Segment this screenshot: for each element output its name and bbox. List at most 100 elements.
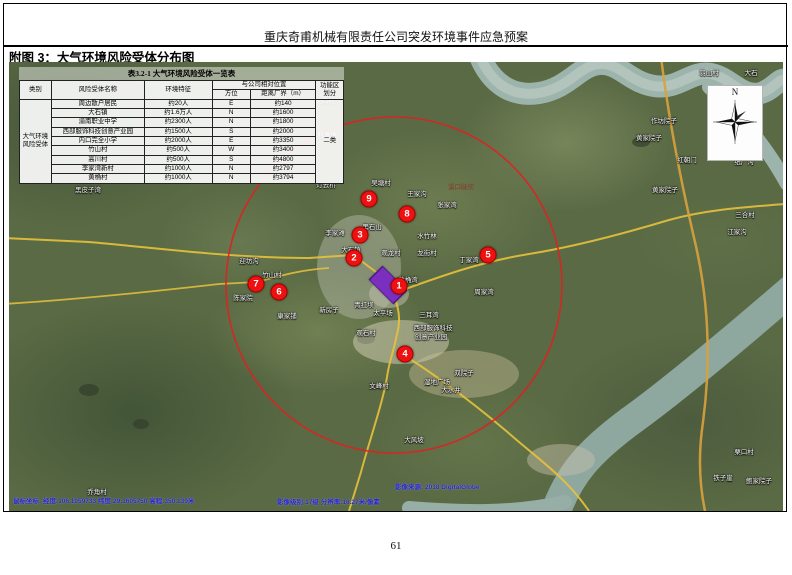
map-place-label: 周家湾	[474, 286, 494, 296]
map-place-label: 黑皮子湾	[75, 184, 101, 194]
cell-receptor-name: 渝南职业中学	[51, 118, 144, 127]
cell-distance: 约1800	[250, 118, 316, 127]
cell-distance: 约3794	[250, 174, 316, 183]
map-place-label: 观石村	[356, 327, 376, 337]
map-place-label: 铁子崖	[713, 472, 733, 482]
compass-rose: N	[707, 85, 763, 161]
risk-receptor-table: 表3.2-1 大气环境风险受体一览表 类别 风险受体名称 环境特征 与公司相对位…	[19, 67, 344, 184]
cell-direction: N	[212, 118, 250, 127]
map-place-label: 陈家院	[233, 292, 253, 302]
cell-feature: 约20人	[144, 99, 212, 108]
map-place-label: 大石	[745, 67, 758, 77]
cell-receptor-name: 内口完全小学	[51, 136, 144, 145]
compass-star-icon	[713, 98, 757, 146]
cell-feature: 约1000人	[144, 164, 212, 173]
map-place-label: 康家铺	[277, 310, 297, 320]
table-row: 西部服饰科技创意产业园约1500人S约2000	[20, 127, 344, 136]
map-place-label: 张家湾	[437, 199, 457, 209]
cell-direction: N	[212, 164, 250, 173]
th-position-group: 与公司相对位置	[212, 81, 316, 90]
cell-direction: S	[212, 127, 250, 136]
map-place-label: 三合村	[735, 209, 755, 219]
map-place-label: 太平场	[373, 307, 393, 317]
map-place-label: 黄家院子	[652, 184, 678, 194]
cell-category: 大气环境风险受体	[20, 99, 52, 183]
map-place-label: 大风坡	[404, 434, 424, 444]
urban-patch-south	[527, 444, 595, 476]
cell-receptor-name: 西部服饰科技创意产业园	[51, 127, 144, 136]
map: 吴口村利滩场灯云桥吴塘村王家沟张家湾溪口陡坎黑石山李家滩大石镇观龙村龙街村水竹林…	[9, 62, 783, 511]
cell-direction: S	[212, 155, 250, 164]
map-place-label: 观龙村	[381, 247, 401, 257]
map-place-label: 王家沟	[407, 188, 427, 198]
th-category: 类别	[20, 81, 52, 100]
page-number: 61	[0, 540, 792, 552]
road	[397, 204, 783, 292]
cell-direction: N	[212, 108, 250, 117]
map-place-label: 水竹林	[417, 230, 437, 240]
th-zone: 功能区划分	[316, 81, 344, 100]
river-bottom	[409, 502, 565, 511]
map-place-label: 黄家院子	[636, 132, 662, 142]
map-place-label: 龙街村	[417, 247, 437, 257]
map-place-label: 文峰村	[369, 380, 389, 390]
cell-direction: E	[212, 99, 250, 108]
table-row: 内口完全小学约2000人E约3350	[20, 136, 344, 145]
cell-receptor-name: 大石镇	[51, 108, 144, 117]
cell-feature: 约1500人	[144, 127, 212, 136]
map-place-label: 鲍家院子	[746, 475, 772, 485]
map-place-label: 羽山村	[699, 67, 719, 77]
cell-receptor-name: 黄桷村	[51, 174, 144, 183]
cell-receptor-name: 高川村	[51, 155, 144, 164]
map-place-label: 作坊院子	[651, 115, 677, 125]
map-place-label: 栗口村	[734, 446, 754, 456]
table-row: 大石镇约1.6万人N约1600	[20, 108, 344, 117]
cell-feature: 约500人	[144, 146, 212, 155]
map-place-label: 江家沟	[727, 226, 747, 236]
th-distance: 距离厂界（m）	[250, 90, 316, 99]
document-header-title: 重庆奇甫机械有限责任公司突发环境事件应急预案	[4, 28, 788, 45]
risk-marker-2: 2	[346, 250, 363, 267]
map-place-label: 新房子	[319, 304, 339, 314]
map-place-label: 大水井	[441, 384, 461, 394]
cell-receptor-name: 竹山村	[51, 146, 144, 155]
th-direction: 方位	[212, 90, 250, 99]
table-header-row: 类别 风险受体名称 环境特征 与公司相对位置 功能区划分	[20, 81, 344, 90]
cell-distance: 约1600	[250, 108, 316, 117]
table-row: 黄桷村约1000人N约3794	[20, 174, 344, 183]
risk-marker-9: 9	[361, 191, 378, 208]
cell-receptor-name: 周边散户居民	[51, 99, 144, 108]
highway	[661, 62, 708, 511]
cell-zone: 二类	[316, 99, 344, 183]
status-imagery-level: 影像级别:17级 分辨率:16.27米/像素	[277, 496, 380, 506]
cell-feature: 约1000人	[144, 174, 212, 183]
compass-north-label: N	[708, 86, 762, 98]
cell-distance: 约2000	[250, 127, 316, 136]
cell-direction: E	[212, 136, 250, 145]
cell-distance: 约3350	[250, 136, 316, 145]
map-place-label: 迎坊沟	[239, 255, 259, 265]
risk-marker-6: 6	[271, 284, 288, 301]
map-place-label: 红朝门	[677, 154, 697, 164]
status-mouse-coordinates: 鼠标坐标: 经度:106.1059733 纬度:29.1605750 高程:35…	[13, 495, 194, 505]
risk-marker-8: 8	[399, 206, 416, 223]
map-place-label: 创意产业园	[415, 331, 448, 341]
risk-marker-4: 4	[397, 346, 414, 363]
th-receptor: 风险受体名称	[51, 81, 144, 100]
risk-marker-5: 5	[480, 247, 497, 264]
map-place-label: 双院子	[454, 367, 474, 377]
lake	[79, 384, 99, 396]
th-feature: 环境特征	[144, 81, 212, 100]
map-place-label: 吴塘村	[371, 177, 391, 187]
table-row: 竹山村约500人W约3400	[20, 146, 344, 155]
table-row: 大气环境风险受体周边散户居民约20人E约140二类	[20, 99, 344, 108]
cell-feature: 约1.6万人	[144, 108, 212, 117]
cell-feature: 约500人	[144, 155, 212, 164]
cell-receptor-name: 李家湾新村	[51, 164, 144, 173]
document-page: 重庆奇甫机械有限责任公司突发环境事件应急预案 附图 3：大气环境风险受体分布图	[0, 0, 792, 575]
cell-feature: 约2000人	[144, 136, 212, 145]
table-row: 李家湾新村约1000人N约2797	[20, 164, 344, 173]
risk-marker-3: 3	[352, 227, 369, 244]
cell-feature: 约2300人	[144, 118, 212, 127]
map-place-label: 三耳湾	[419, 309, 439, 319]
